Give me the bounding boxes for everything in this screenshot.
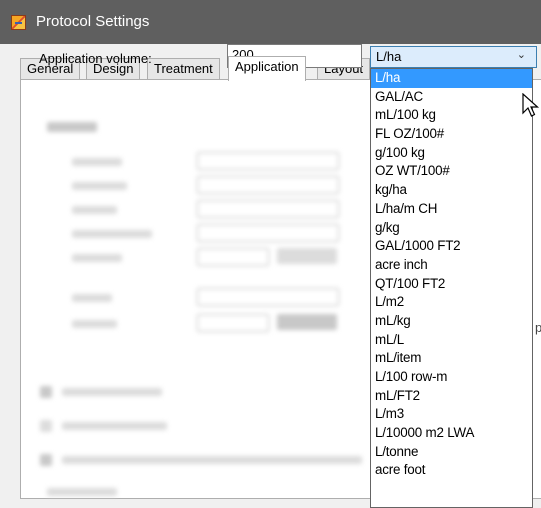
dropdown-item[interactable]: mL/L [371, 331, 532, 350]
dropdown-item[interactable]: GAL/AC [371, 88, 532, 107]
partial-text: p [535, 320, 541, 335]
mouse-cursor-icon [522, 93, 540, 117]
dropdown-item[interactable]: L/tonne [371, 443, 532, 462]
dropdown-item[interactable]: kg/ha [371, 181, 532, 200]
dropdown-item[interactable]: L/ha/m CH [371, 200, 532, 219]
dropdown-item[interactable]: FL OZ/100# [371, 125, 532, 144]
unit-combobox[interactable]: L/ha ⌄ [370, 46, 537, 68]
dropdown-item[interactable]: GAL/1000 FT2 [371, 237, 532, 256]
unit-dropdown-list[interactable]: L/ha GAL/AC mL/100 kg FL OZ/100# g/100 kg OZ … [370, 68, 533, 508]
dropdown-item[interactable]: L/100 row-m [371, 368, 532, 387]
app-icon [11, 15, 26, 30]
dropdown-item[interactable]: mL/FT2 [371, 387, 532, 406]
dropdown-item[interactable]: OZ WT/100# [371, 162, 532, 181]
dropdown-item[interactable]: mL/kg [371, 312, 532, 331]
dropdown-item[interactable]: L/10000 m2 LWA [371, 424, 532, 443]
dropdown-item[interactable]: QT/100 FT2 [371, 275, 532, 294]
dropdown-item[interactable]: acre inch [371, 256, 532, 275]
dropdown-item[interactable]: g/100 kg [371, 144, 532, 163]
chevron-down-icon[interactable]: ⌄ [517, 48, 526, 61]
tab-treatment[interactable]: Treatment [147, 58, 220, 80]
dropdown-item[interactable]: g/kg [371, 219, 532, 238]
title-bar: Protocol Settings [0, 0, 541, 44]
application-volume-label: Application volume: [39, 51, 152, 66]
dropdown-item[interactable]: acre foot [371, 461, 532, 480]
unit-combobox-value: L/ha [376, 49, 402, 64]
tab-application[interactable]: Application [228, 56, 306, 81]
dropdown-item[interactable]: mL/item [371, 349, 532, 368]
dropdown-item[interactable]: L/m2 [371, 293, 532, 312]
dropdown-item[interactable]: mL/100 kg [371, 106, 532, 125]
dropdown-item[interactable]: L/ha [371, 69, 532, 88]
blurred-form-content [22, 78, 367, 508]
dropdown-item[interactable]: L/m3 [371, 405, 532, 424]
window-title: Protocol Settings [36, 13, 150, 30]
